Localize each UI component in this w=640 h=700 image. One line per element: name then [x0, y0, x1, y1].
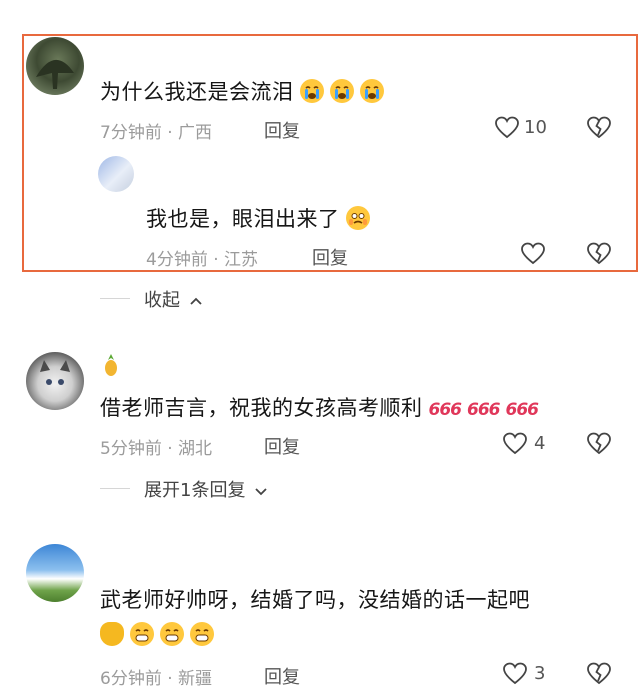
like-button[interactable]: 4	[502, 431, 554, 459]
comment-text: 武老师好帅呀，结婚了吗，没结婚的话一起吧	[100, 588, 530, 612]
chevron-up-icon	[190, 297, 202, 305]
reply-avatar[interactable]	[98, 156, 134, 192]
dislike-button[interactable]	[586, 661, 612, 691]
comment-text: 借老师吉言，祝我的女孩高考顺利 666 666 666	[100, 392, 539, 422]
comment-item: 为什么我还是会流泪 7分钟前 · 广西 回复 10 我也是，眼泪出来了 4分钟前…	[0, 0, 640, 311]
broken-heart-icon	[587, 432, 611, 455]
like-count: 3	[534, 663, 546, 684]
comment-meta: 6分钟前 · 新疆	[100, 669, 213, 689]
reply-reply-button[interactable]: 回复	[312, 244, 348, 270]
collapse-label: 收起	[144, 290, 180, 311]
heart-icon	[503, 662, 527, 685]
avatar[interactable]	[26, 544, 84, 602]
reply-meta: 4分钟前 · 江苏	[146, 250, 259, 270]
broken-heart-icon	[587, 242, 611, 265]
reply-like-button[interactable]	[520, 241, 546, 271]
reply-button[interactable]: 回复	[264, 117, 300, 143]
grin-emoji	[130, 622, 154, 646]
comment-meta: 5分钟前 · 湖北	[100, 439, 213, 459]
like-count: 10	[524, 117, 547, 138]
666-sticker: 666	[428, 400, 462, 420]
teary-emoji	[345, 206, 370, 230]
crying-emoji	[329, 79, 354, 103]
pineapple-icon	[100, 352, 122, 382]
heart-icon	[503, 432, 527, 455]
comment-meta: 7分钟前 · 广西	[100, 123, 213, 143]
comment-text-body: 借老师吉言，祝我的女孩高考顺利	[100, 396, 423, 420]
expand-label: 展开1条回复	[144, 480, 246, 501]
666-sticker: 666	[467, 400, 500, 420]
crying-emoji	[359, 79, 384, 103]
grin-emoji	[190, 622, 214, 646]
comment-item: 武老师好帅呀，结婚了吗，没结婚的话一起吧 6分钟前 · 新疆 回复 3	[0, 540, 640, 700]
comment-text: 为什么我还是会流泪	[100, 76, 384, 106]
grin-emoji	[160, 622, 184, 646]
like-count: 4	[534, 433, 546, 454]
lucky-bag-emoji	[100, 622, 124, 646]
divider	[100, 488, 130, 489]
comment-item: 借老师吉言，祝我的女孩高考顺利 666 666 666 5分钟前 · 湖北 回复 4 …	[0, 340, 640, 510]
tree-silhouette-icon	[36, 59, 74, 89]
crying-emoji	[299, 79, 324, 103]
emoji-row	[100, 622, 214, 646]
heart-icon	[495, 116, 519, 139]
broken-heart-icon	[587, 662, 611, 685]
reply-button[interactable]: 回复	[264, 433, 300, 459]
reply-button[interactable]: 回复	[264, 663, 300, 689]
reply-dislike-button[interactable]	[586, 241, 612, 271]
collapse-replies-button[interactable]: 收起	[144, 286, 203, 312]
divider	[100, 298, 130, 299]
broken-heart-icon	[587, 116, 611, 139]
comment-text-body: 为什么我还是会流泪	[100, 80, 294, 104]
like-button[interactable]: 3	[502, 661, 554, 689]
cat-face-icon	[40, 360, 70, 385]
666-sticker: 666	[505, 400, 539, 420]
expand-replies-button[interactable]: 展开1条回复	[144, 476, 268, 502]
heart-icon	[521, 242, 545, 265]
like-button[interactable]: 10	[494, 115, 554, 143]
avatar[interactable]	[26, 37, 84, 95]
dislike-button[interactable]	[586, 115, 612, 145]
chevron-down-icon	[255, 488, 267, 496]
dislike-button[interactable]	[586, 431, 612, 461]
avatar[interactable]	[26, 352, 84, 410]
reply-text: 我也是，眼泪出来了	[146, 203, 370, 233]
reply-text-body: 我也是，眼泪出来了	[146, 207, 340, 231]
